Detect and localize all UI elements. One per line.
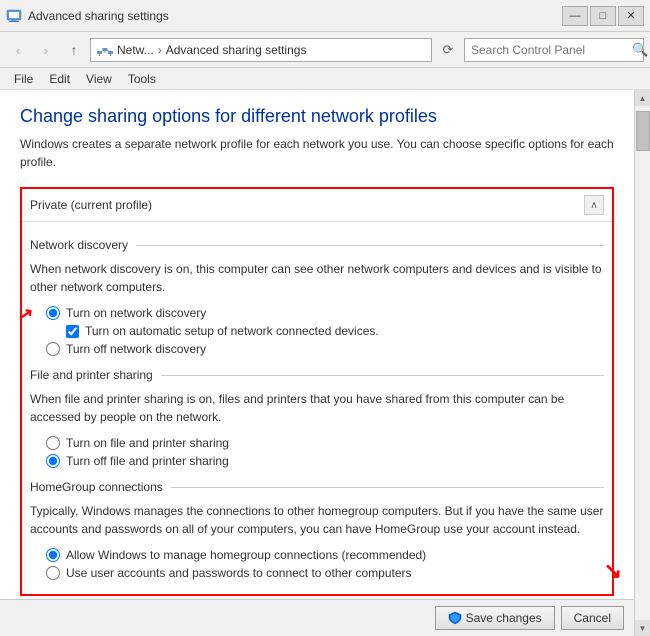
nd-off-radio[interactable] — [46, 342, 60, 356]
file-sharing-title: File and printer sharing — [30, 368, 153, 382]
hg-auto-label: Allow Windows to manage homegroup connec… — [66, 548, 426, 562]
homegroup-desc: Typically, Windows manages the connectio… — [22, 502, 612, 538]
file-sharing-options: Turn on file and printer sharing Turn of… — [22, 436, 612, 468]
scrollbar[interactable]: ▲ ▼ — [634, 90, 650, 636]
forward-button[interactable]: › — [34, 38, 58, 62]
bottom-bar: Save changes Cancel — [0, 599, 634, 636]
address-network-label: Netw... — [117, 43, 154, 57]
red-arrow-1: ↗ — [16, 303, 35, 326]
fp-off-label: Turn off file and printer sharing — [66, 454, 229, 468]
homegroup-options: Allow Windows to manage homegroup connec… — [22, 548, 612, 580]
fp-off-option: Turn off file and printer sharing — [46, 454, 612, 468]
menu-file[interactable]: File — [8, 70, 39, 88]
address-current: Advanced sharing settings — [166, 43, 307, 57]
fp-on-label: Turn on file and printer sharing — [66, 436, 229, 450]
profile-header-text: Private (current profile) — [30, 198, 152, 212]
homegroup-divider: HomeGroup connections — [30, 480, 604, 494]
window-icon — [6, 8, 22, 24]
network-discovery-desc: When network discovery is on, this compu… — [22, 260, 612, 296]
menu-bar: File Edit View Tools — [0, 68, 650, 90]
file-sharing-divider: File and printer sharing — [30, 368, 604, 382]
page-subtitle: Windows creates a separate network profi… — [20, 135, 614, 171]
divider-line-3 — [171, 487, 604, 488]
nd-on-container: ↗ Turn on network discovery Turn on auto… — [46, 306, 612, 338]
save-button[interactable]: Save changes — [435, 606, 555, 630]
minimize-button[interactable]: — — [562, 6, 588, 26]
file-sharing-desc: When file and printer sharing is on, fil… — [22, 390, 612, 426]
fp-on-option: Turn on file and printer sharing — [46, 436, 612, 450]
up-button[interactable]: ↑ — [62, 38, 86, 62]
window-title: Advanced sharing settings — [28, 9, 169, 23]
search-box[interactable]: 🔍 — [464, 38, 644, 62]
fp-on-radio[interactable] — [46, 436, 60, 450]
address-separator: › — [158, 43, 162, 57]
nd-auto-label: Turn on automatic setup of network conne… — [85, 324, 379, 338]
nd-on-label: Turn on network discovery — [66, 306, 206, 320]
hg-manual-radio[interactable] — [46, 566, 60, 580]
hg-auto-option: Allow Windows to manage homegroup connec… — [46, 548, 612, 562]
nd-off-option: Turn off network discovery — [46, 342, 612, 356]
scroll-thumb[interactable] — [636, 111, 650, 151]
main-content: Change sharing options for different net… — [0, 90, 650, 636]
menu-tools[interactable]: Tools — [122, 70, 162, 88]
nd-off-label: Turn off network discovery — [66, 342, 206, 356]
close-button[interactable]: ✕ — [618, 6, 644, 26]
refresh-button[interactable]: ⟳ — [436, 38, 460, 62]
network-discovery-options: ↗ Turn on network discovery Turn on auto… — [22, 306, 612, 356]
hg-auto-radio[interactable] — [46, 548, 60, 562]
search-icon: 🔍 — [632, 39, 648, 61]
network-discovery-divider: Network discovery — [30, 238, 604, 252]
cancel-button[interactable]: Cancel — [561, 606, 624, 630]
homegroup-title: HomeGroup connections — [30, 480, 163, 494]
hg-manual-label: Use user accounts and passwords to conne… — [66, 566, 412, 580]
address-bar: ‹ › ↑ Netw... › Advanced sharing setting… — [0, 32, 650, 68]
menu-view[interactable]: View — [80, 70, 118, 88]
divider-line-2 — [161, 375, 604, 376]
nd-on-radio[interactable] — [46, 306, 60, 320]
nd-auto-option: Turn on automatic setup of network conne… — [46, 324, 612, 338]
content-area: Change sharing options for different net… — [0, 90, 634, 636]
title-bar-left: Advanced sharing settings — [6, 8, 169, 24]
hg-manual-option: Use user accounts and passwords to conne… — [46, 566, 612, 580]
back-button[interactable]: ‹ — [6, 38, 30, 62]
scroll-down[interactable]: ▼ — [635, 620, 650, 636]
scroll-track[interactable] — [635, 106, 650, 620]
scroll-up[interactable]: ▲ — [635, 90, 650, 106]
profile-section-private: Private (current profile) ∧ Network disc… — [20, 187, 614, 596]
nd-auto-checkbox[interactable] — [66, 325, 79, 338]
page-title: Change sharing options for different net… — [20, 106, 614, 127]
network-discovery-title: Network discovery — [30, 238, 128, 252]
profile-header-private[interactable]: Private (current profile) ∧ — [22, 189, 612, 222]
profile-content: Network discovery When network discovery… — [22, 222, 612, 594]
fp-off-radio[interactable] — [46, 454, 60, 468]
maximize-button[interactable]: □ — [590, 6, 616, 26]
shield-icon — [448, 611, 462, 625]
nd-on-option: Turn on network discovery — [46, 306, 612, 320]
title-bar: Advanced sharing settings — □ ✕ — [0, 0, 650, 32]
divider-line — [136, 245, 604, 246]
network-icon — [97, 43, 113, 57]
menu-edit[interactable]: Edit — [43, 70, 76, 88]
title-bar-controls: — □ ✕ — [562, 6, 644, 26]
save-label: Save changes — [466, 611, 542, 625]
red-arrow-2: ↘ — [604, 558, 622, 584]
address-path[interactable]: Netw... › Advanced sharing settings — [90, 38, 432, 62]
collapse-button[interactable]: ∧ — [584, 195, 604, 215]
search-input[interactable] — [465, 39, 632, 61]
